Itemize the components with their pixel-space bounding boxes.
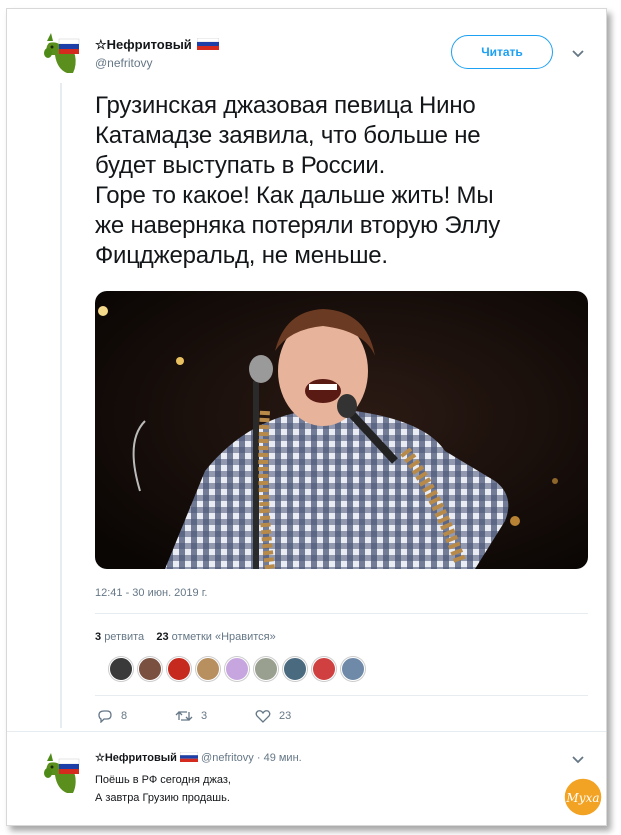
tweet-text: Грузинская джазовая певица Нино Катамадз… [95, 92, 501, 269]
retweet-count: 3 [201, 710, 208, 722]
like-action[interactable]: 23 [255, 709, 291, 723]
reply-count: 8 [121, 710, 128, 722]
liker-avatar[interactable] [225, 657, 249, 681]
heart-outline-icon [255, 710, 271, 723]
liker-avatar[interactable] [109, 657, 133, 681]
reply-author-name[interactable]: ☆Нефритовый [95, 752, 177, 764]
retweets-label[interactable]: ретвита [104, 631, 144, 643]
divider [95, 695, 588, 696]
tweet-stats: 3 ретвита 23 отметки «Нравится» [95, 631, 276, 643]
liker-avatar[interactable] [196, 657, 220, 681]
tweet-card: ☆Нефритовый @nefritovy Читать Грузинская… [6, 8, 607, 826]
liker-avatar[interactable] [254, 657, 278, 681]
likes-label[interactable]: отметки «Нравится» [172, 631, 276, 643]
retweet-arrows-icon [175, 711, 193, 721]
watermark-logo: Муха [563, 777, 603, 817]
thread-line [60, 83, 62, 728]
reply-header: ☆Нефритовый @nefritovy · 49 мин. [95, 751, 302, 764]
reply-text: Поёшь в РФ сегодня джаз, А завтра Грузию… [95, 774, 231, 804]
retweet-action[interactable]: 3 [175, 709, 207, 723]
russian-flag-icon [197, 37, 220, 50]
liker-avatar[interactable] [138, 657, 162, 681]
watermark-text: Муха [565, 791, 599, 805]
likes-count[interactable]: 23 [156, 631, 168, 643]
divider [7, 731, 606, 732]
tweet-timestamp[interactable]: 12:41 - 30 июн. 2019 г. [95, 587, 207, 599]
chevron-down-icon[interactable] [571, 49, 585, 59]
avatar[interactable] [37, 749, 83, 795]
author-handle[interactable]: @nefritovy [95, 56, 153, 70]
follow-button[interactable]: Читать [451, 35, 553, 69]
retweets-count[interactable]: 3 [95, 631, 101, 643]
reply-time[interactable]: · 49 мин. [257, 752, 302, 764]
liker-avatar[interactable] [341, 657, 365, 681]
avatar[interactable] [37, 29, 83, 75]
liker-avatar[interactable] [312, 657, 336, 681]
liker-avatar[interactable] [283, 657, 307, 681]
liker-avatar[interactable] [167, 657, 191, 681]
author-name[interactable]: ☆Нефритовый [95, 37, 192, 52]
reply-action[interactable]: 8 [97, 709, 127, 723]
divider [95, 613, 588, 614]
tweet-photo[interactable] [95, 291, 588, 569]
chevron-down-icon[interactable] [571, 755, 585, 765]
reply-author-handle[interactable]: @nefritovy [201, 752, 254, 764]
reply-bubble-icon [98, 710, 112, 723]
russian-flag-icon [179, 751, 199, 762]
like-count: 23 [279, 710, 292, 722]
